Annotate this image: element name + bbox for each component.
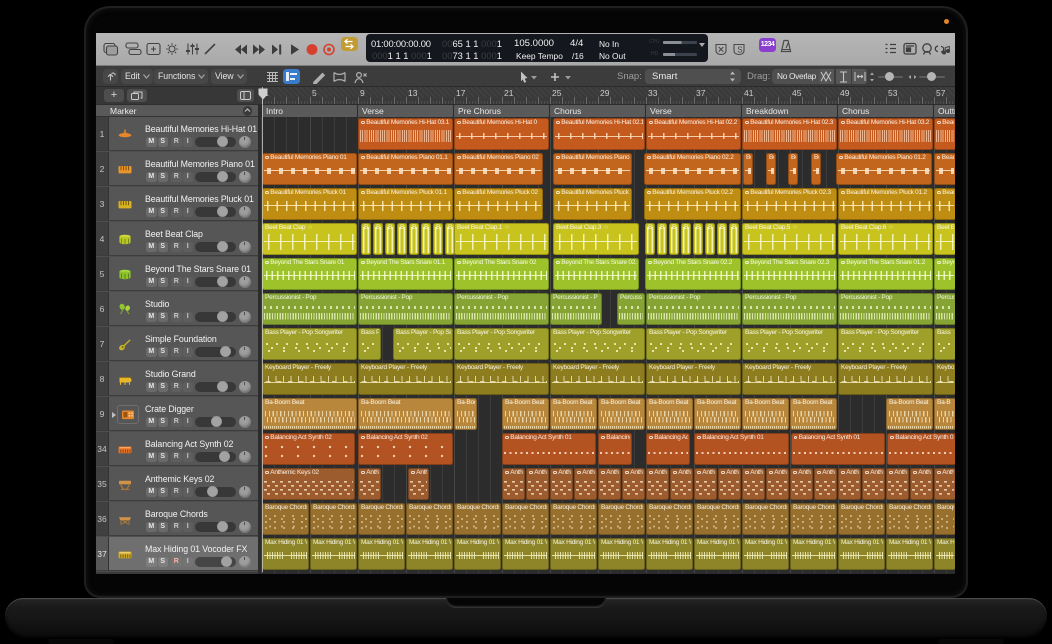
svg-text:S: S — [737, 46, 742, 55]
